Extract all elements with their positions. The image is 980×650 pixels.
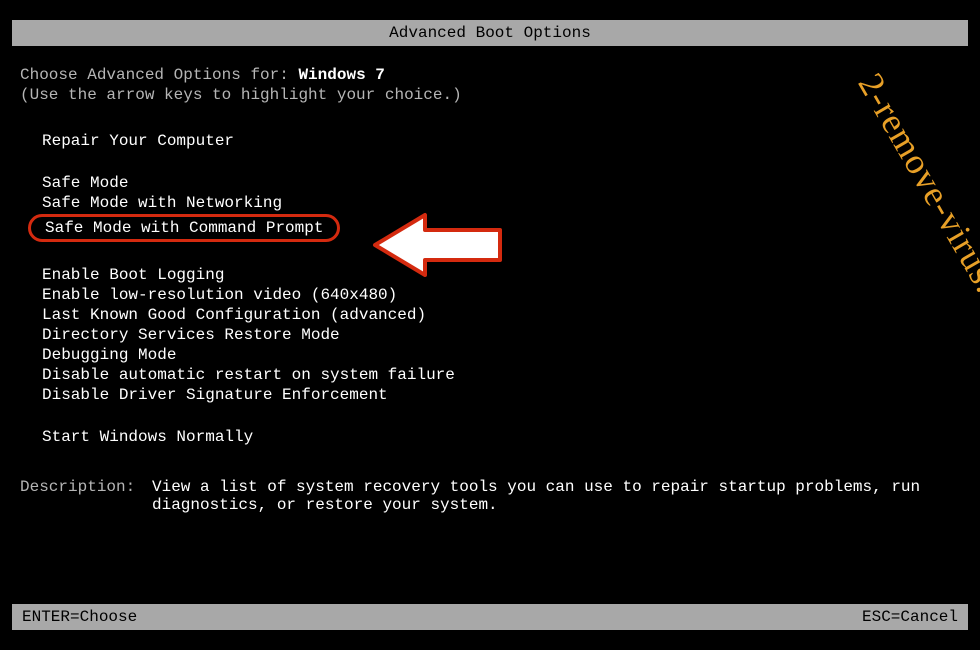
description-label: Description: <box>20 478 152 514</box>
footer-bar: ENTER=Choose ESC=Cancel <box>12 604 968 630</box>
menu-item[interactable]: Last Known Good Configuration (advanced) <box>42 306 426 324</box>
menu-group: Enable Boot Logging Enable low-resolution… <box>42 266 960 406</box>
menu-item[interactable]: Disable automatic restart on system fail… <box>42 366 455 384</box>
prompt-text: Choose Advanced Options for: <box>20 66 298 84</box>
menu-item[interactable]: Enable Boot Logging <box>42 266 224 284</box>
menu-item[interactable]: Repair Your Computer <box>42 132 234 150</box>
menu-group: Start Windows Normally <box>42 428 960 448</box>
menu-item[interactable]: Safe Mode with Command Prompt <box>28 214 340 242</box>
menu-item[interactable]: Safe Mode <box>42 174 128 192</box>
menu-item[interactable]: Debugging Mode <box>42 346 176 364</box>
title-bar: Advanced Boot Options <box>12 20 968 46</box>
os-name: Windows 7 <box>298 66 384 84</box>
menu-item[interactable]: Safe Mode with Networking <box>42 194 282 212</box>
footer-esc: ESC=Cancel <box>862 608 958 626</box>
menu-item[interactable]: Enable low-resolution video (640x480) <box>42 286 397 304</box>
menu-group: Repair Your Computer <box>42 132 960 152</box>
prompt-line: Choose Advanced Options for: Windows 7 <box>20 66 960 84</box>
hint-line: (Use the arrow keys to highlight your ch… <box>20 86 960 104</box>
arrow-annotation-icon <box>370 210 510 285</box>
boot-menu[interactable]: Repair Your Computer Safe Mode Safe Mode w… <box>20 132 960 448</box>
description-text: View a list of system recovery tools you… <box>152 478 960 514</box>
footer-enter: ENTER=Choose <box>22 608 137 626</box>
window-title: Advanced Boot Options <box>389 24 591 42</box>
description-block: Description: View a list of system recov… <box>20 478 960 514</box>
menu-item[interactable]: Start Windows Normally <box>42 428 253 446</box>
menu-item[interactable]: Directory Services Restore Mode <box>42 326 340 344</box>
menu-item[interactable]: Disable Driver Signature Enforcement <box>42 386 388 404</box>
